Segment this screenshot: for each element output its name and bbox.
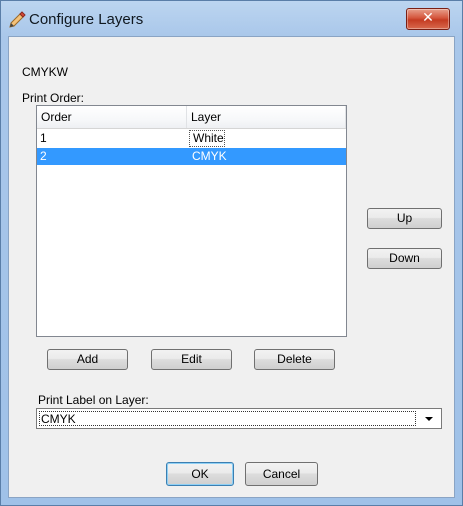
list-row-2[interactable]: 2 CMYK <box>37 148 346 165</box>
close-button[interactable]: ✕ <box>406 8 450 30</box>
close-icon: ✕ <box>422 10 434 26</box>
up-button[interactable]: Up <box>367 208 442 229</box>
pencil-edit-icon <box>9 11 26 28</box>
profile-name: CMYKW <box>22 65 68 79</box>
chevron-down-icon[interactable] <box>419 411 439 426</box>
print-label-layer-label: Print Label on Layer: <box>38 393 149 407</box>
list-header: Order Layer <box>37 106 346 129</box>
row-order-cell: 2 <box>40 149 47 163</box>
column-header-layer[interactable]: Layer <box>187 106 346 128</box>
add-button[interactable]: Add <box>47 349 128 370</box>
column-header-order[interactable]: Order <box>37 106 187 128</box>
row-order-cell: 1 <box>40 131 47 145</box>
title-bar[interactable]: Configure Layers ✕ <box>1 1 462 37</box>
edit-button[interactable]: Edit <box>151 349 232 370</box>
print-order-label: Print Order: <box>22 91 85 105</box>
select-value: CMYK <box>39 411 416 426</box>
print-label-layer-select[interactable]: CMYK <box>36 408 442 429</box>
list-row-1[interactable]: 1 White <box>37 130 346 147</box>
window-title: Configure Layers <box>29 11 144 28</box>
row-layer-cell: CMYK <box>192 149 227 163</box>
ok-button[interactable]: OK <box>166 462 234 486</box>
delete-button[interactable]: Delete <box>254 349 335 370</box>
down-button[interactable]: Down <box>367 248 442 269</box>
row-layer-cell: White <box>189 130 225 147</box>
cancel-button[interactable]: Cancel <box>245 462 318 486</box>
print-order-list[interactable]: Order Layer 1 White 2 CMYK <box>36 105 347 337</box>
